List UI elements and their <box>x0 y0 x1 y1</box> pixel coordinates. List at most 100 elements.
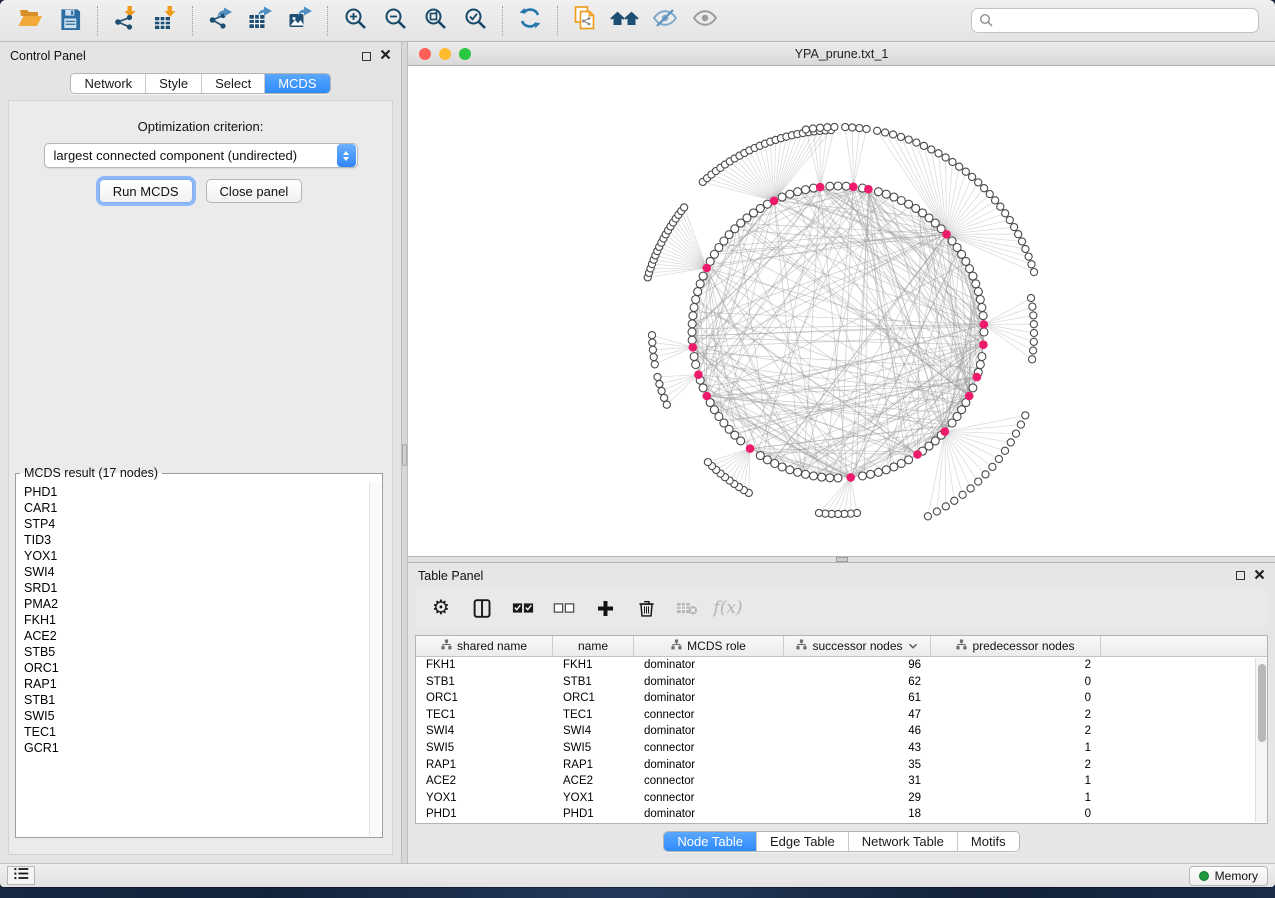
mcds-result-item[interactable]: STB1 <box>24 692 368 708</box>
zoom-fit-button[interactable] <box>415 4 455 38</box>
graph-node[interactable] <box>688 328 696 336</box>
graph-node[interactable] <box>842 182 850 190</box>
graph-node[interactable] <box>924 513 931 520</box>
network-canvas[interactable] <box>408 66 1275 556</box>
graph-node[interactable] <box>802 470 810 478</box>
graph-node[interactable] <box>1028 261 1035 268</box>
delete-column-icon[interactable] <box>634 596 658 620</box>
graph-node[interactable] <box>658 387 665 394</box>
graph-node[interactable] <box>982 471 989 478</box>
graph-node[interactable] <box>654 373 661 380</box>
graph-node[interactable] <box>979 312 987 320</box>
mcds-node[interactable] <box>849 183 858 192</box>
splitter-handle[interactable] <box>402 444 407 466</box>
table-row[interactable]: SWI4SWI4dominator462 <box>416 723 1267 740</box>
mcds-result-item[interactable]: ACE2 <box>24 628 368 644</box>
table-row[interactable]: SWI5SWI5connector431 <box>416 740 1267 757</box>
graph-node[interactable] <box>1006 217 1013 224</box>
graph-node[interactable] <box>978 353 986 361</box>
graph-node[interactable] <box>986 191 993 198</box>
graph-node[interactable] <box>1002 210 1009 217</box>
graph-node[interactable] <box>1030 329 1037 336</box>
graph-node[interactable] <box>905 136 912 143</box>
graph-node[interactable] <box>997 203 1004 210</box>
graph-node[interactable] <box>648 332 655 339</box>
deselect-all-rows-icon[interactable] <box>552 596 576 620</box>
graph-node[interactable] <box>1030 269 1037 276</box>
graph-node[interactable] <box>688 336 696 344</box>
graph-node[interactable] <box>661 394 668 401</box>
column-visibility-icon[interactable] <box>470 596 494 620</box>
graph-node[interactable] <box>651 361 658 368</box>
graph-node[interactable] <box>681 204 688 211</box>
mcds-node[interactable] <box>689 343 698 352</box>
graph-node[interactable] <box>1012 430 1019 437</box>
graph-node[interactable] <box>1030 347 1037 354</box>
graph-node[interactable] <box>650 354 657 361</box>
mcds-result-item[interactable]: ORC1 <box>24 660 368 676</box>
graph-node[interactable] <box>699 384 707 392</box>
graph-node[interactable] <box>1018 238 1025 245</box>
splitter-handle[interactable] <box>836 557 848 562</box>
run-mcds-button[interactable]: Run MCDS <box>99 179 193 203</box>
graph-node[interactable] <box>1030 338 1037 345</box>
first-neighbors-button[interactable] <box>605 4 645 38</box>
mcds-list-scrollbar[interactable] <box>369 482 381 836</box>
graph-node[interactable] <box>951 497 958 504</box>
graph-node[interactable] <box>897 460 905 468</box>
mcds-node[interactable] <box>864 185 873 194</box>
graph-node[interactable] <box>969 384 977 392</box>
mcds-result-item[interactable]: YOX1 <box>24 548 368 564</box>
import-table-button[interactable] <box>145 4 185 38</box>
graph-node[interactable] <box>874 127 881 134</box>
mcds-result-item[interactable]: PMA2 <box>24 596 368 612</box>
graph-node[interactable] <box>995 455 1002 462</box>
table-row[interactable]: TEC1TEC1connector472 <box>416 707 1267 724</box>
graph-node[interactable] <box>905 456 913 464</box>
graph-node[interactable] <box>890 131 897 138</box>
delete-table-icon[interactable] <box>675 596 699 620</box>
graph-node[interactable] <box>969 173 976 180</box>
table-row[interactable]: YOX1YOX1connector291 <box>416 790 1267 807</box>
graph-node[interactable] <box>1022 245 1029 252</box>
graph-node[interactable] <box>882 190 890 198</box>
graph-node[interactable] <box>974 288 982 296</box>
mcds-node[interactable] <box>816 183 825 192</box>
close-icon[interactable] <box>380 47 391 65</box>
mcds-node[interactable] <box>703 392 712 401</box>
horizontal-splitter[interactable] <box>408 556 1275 563</box>
tab-style[interactable]: Style <box>146 74 202 93</box>
graph-node[interactable] <box>771 460 779 468</box>
graph-node[interactable] <box>663 401 670 408</box>
graph-node[interactable] <box>809 125 816 132</box>
graph-node[interactable] <box>778 463 786 471</box>
mcds-node[interactable] <box>980 320 989 329</box>
graph-node[interactable] <box>975 179 982 186</box>
float-icon[interactable] <box>362 52 371 61</box>
graph-node[interactable] <box>817 124 824 131</box>
open-session-button[interactable] <box>10 4 50 38</box>
graph-node[interactable] <box>859 472 867 480</box>
graph-node[interactable] <box>756 452 764 460</box>
mcds-node[interactable] <box>913 450 922 459</box>
zoom-in-button[interactable] <box>335 4 375 38</box>
graph-node[interactable] <box>942 503 949 510</box>
graph-node[interactable] <box>810 472 818 480</box>
tab-motifs[interactable]: Motifs <box>958 832 1019 851</box>
graph-node[interactable] <box>967 485 974 492</box>
table-row[interactable]: FKH1FKH1dominator962 <box>416 657 1267 674</box>
duplicate-network-button[interactable] <box>565 4 605 38</box>
column-header-shared-name[interactable]: shared name <box>416 636 553 656</box>
graph-node[interactable] <box>942 154 949 161</box>
float-icon[interactable] <box>1236 571 1245 580</box>
mcds-node[interactable] <box>941 427 950 436</box>
graph-node[interactable] <box>874 188 882 196</box>
mcds-node[interactable] <box>703 264 712 273</box>
graph-node[interactable] <box>882 129 889 136</box>
graph-node[interactable] <box>794 468 802 476</box>
graph-node[interactable] <box>688 320 696 328</box>
graph-node[interactable] <box>778 193 786 201</box>
save-session-button[interactable] <box>50 4 90 38</box>
mcds-node[interactable] <box>770 197 779 206</box>
graph-node[interactable] <box>824 124 831 131</box>
